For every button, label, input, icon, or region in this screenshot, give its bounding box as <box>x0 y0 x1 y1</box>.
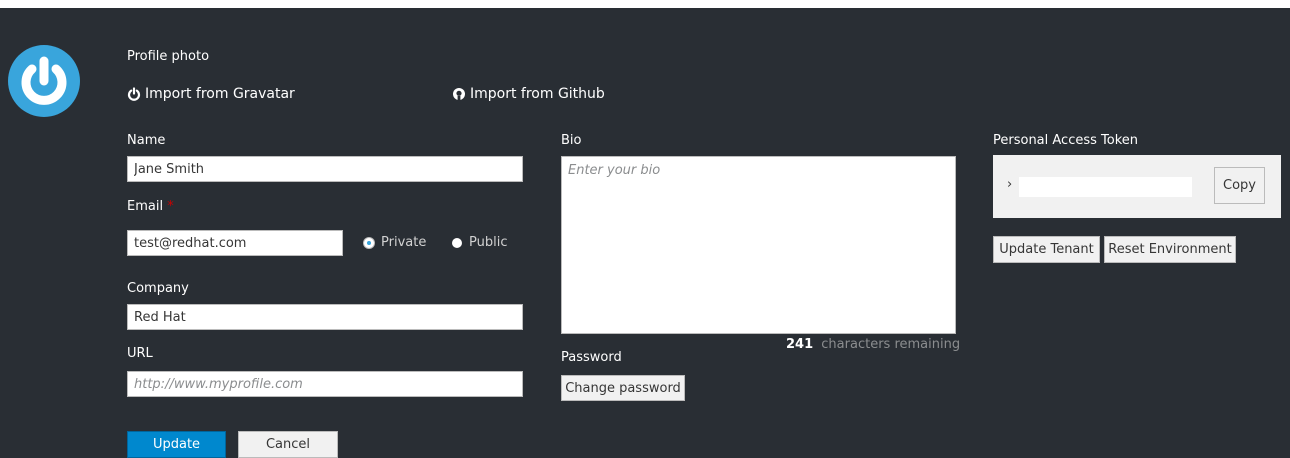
name-label: Name <box>127 133 166 148</box>
email-input[interactable] <box>127 230 343 256</box>
radio-public-label: Public <box>469 235 508 250</box>
email-label: Email <box>127 199 164 214</box>
token-value-field[interactable] <box>1019 177 1192 197</box>
reset-environment-button[interactable]: Reset Environment <box>1104 236 1236 263</box>
radio-unchecked-icon <box>452 237 462 248</box>
url-label: URL <box>127 346 153 361</box>
bio-label: Bio <box>561 133 582 148</box>
power-icon <box>127 87 141 101</box>
token-label: Personal Access Token <box>993 133 1139 148</box>
import-gravatar-label: Import from Gravatar <box>145 86 295 102</box>
char-count-text: characters remaining <box>821 337 961 352</box>
radio-checked-icon <box>364 237 374 248</box>
github-icon <box>453 88 465 101</box>
copy-button[interactable]: Copy <box>1214 167 1265 204</box>
radio-private[interactable]: Private <box>364 235 426 250</box>
password-label: Password <box>561 350 622 365</box>
token-panel: › Copy <box>993 155 1281 218</box>
radio-private-label: Private <box>381 235 427 250</box>
change-password-button[interactable]: Change password <box>561 375 685 401</box>
company-label: Company <box>127 281 189 296</box>
name-input[interactable] <box>127 156 523 182</box>
import-github-link[interactable]: Import from Github <box>452 86 605 102</box>
email-label-group: Email * <box>127 199 174 214</box>
update-button[interactable]: Update <box>127 431 226 458</box>
chevron-right-icon[interactable]: › <box>1007 177 1012 192</box>
avatar[interactable] <box>8 45 80 117</box>
cancel-button[interactable]: Cancel <box>238 431 338 458</box>
profile-photo-label: Profile photo <box>127 49 210 64</box>
bio-textarea[interactable] <box>561 156 956 334</box>
url-input[interactable] <box>127 371 523 397</box>
char-count: 241 <box>786 337 814 352</box>
company-input[interactable] <box>127 304 523 330</box>
power-icon <box>21 56 67 105</box>
radio-public[interactable]: Public <box>452 235 507 250</box>
update-tenant-button[interactable]: Update Tenant <box>993 236 1100 263</box>
import-github-label: Import from Github <box>470 86 605 102</box>
top-border <box>0 0 1290 8</box>
bio-char-counter: 241 characters remaining <box>786 337 960 352</box>
required-marker: * <box>167 199 174 214</box>
import-gravatar-link[interactable]: Import from Gravatar <box>127 86 295 102</box>
